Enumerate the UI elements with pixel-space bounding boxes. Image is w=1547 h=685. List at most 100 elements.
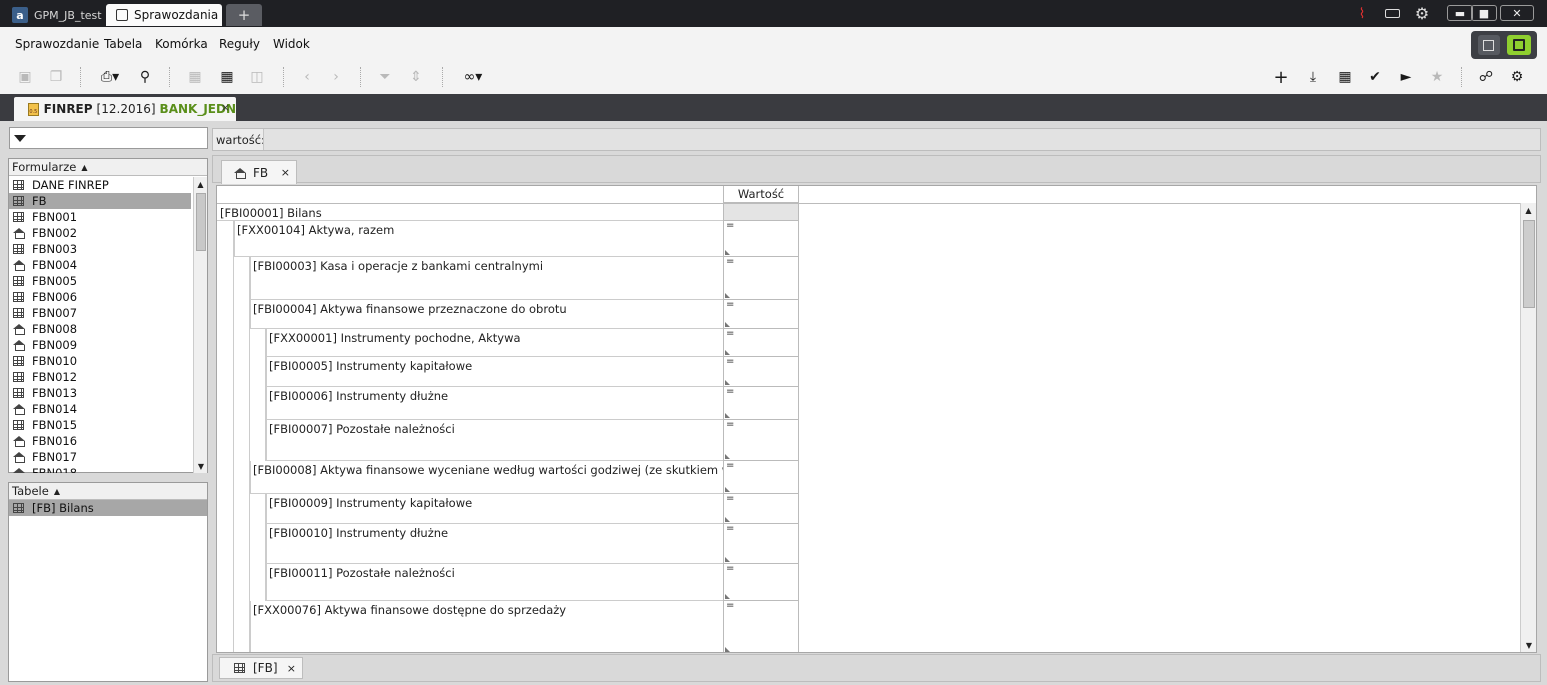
- row-label[interactable]: [FBI00001] Bilans: [217, 204, 723, 221]
- value-cell[interactable]: =: [723, 221, 799, 257]
- list-item[interactable]: FBN002: [9, 225, 191, 241]
- link-settings-icon[interactable]: ☍: [1476, 68, 1496, 86]
- filter-icon[interactable]: ⏷: [376, 68, 394, 86]
- close-tab-icon[interactable]: ×: [287, 662, 296, 675]
- forms-scrollbar[interactable]: ▲ ▼: [193, 177, 207, 473]
- scroll-up-icon[interactable]: ▲: [194, 177, 207, 191]
- close-window-button[interactable]: ✕: [1500, 5, 1534, 21]
- value-input[interactable]: [263, 129, 1540, 150]
- next-icon[interactable]: ›: [327, 68, 345, 86]
- find-dropdown-icon[interactable]: ∞▾: [457, 68, 489, 86]
- value-cell[interactable]: =: [723, 564, 799, 601]
- scroll-down-icon[interactable]: ▼: [194, 459, 208, 473]
- maximize-button[interactable]: ■: [1471, 5, 1497, 21]
- list-item[interactable]: FBN013: [9, 385, 191, 401]
- row-label[interactable]: [FBI00005] Instrumenty kapitałowe: [266, 357, 723, 387]
- list-view-icon[interactable]: [1477, 35, 1500, 55]
- document-tab[interactable]: 0.5 FINREP [12.2016] BANK_JEDN ×: [14, 97, 236, 121]
- note-view-icon[interactable]: [1506, 35, 1531, 55]
- minimize-button[interactable]: ▬: [1447, 5, 1473, 21]
- row-label[interactable]: [FBI00004] Aktywa finansowe przeznaczone…: [250, 300, 723, 329]
- save-icon[interactable]: ▣: [16, 68, 34, 86]
- window-tab-gpm[interactable]: a GPM_JB_test: [12, 4, 102, 26]
- tab-fb-table[interactable]: [FB] ×: [219, 657, 303, 679]
- list-item[interactable]: FBN016: [9, 433, 191, 449]
- value-cell[interactable]: =: [723, 329, 799, 357]
- scroll-thumb[interactable]: [1523, 220, 1535, 308]
- list-item[interactable]: FB: [9, 193, 191, 209]
- keyboard-icon[interactable]: [1382, 5, 1402, 22]
- forms-header[interactable]: Formularze ▲: [9, 159, 207, 176]
- value-cell[interactable]: [723, 204, 799, 221]
- calculator-grid-icon[interactable]: ▦: [217, 68, 237, 86]
- value-cell[interactable]: =: [723, 601, 799, 652]
- tables-header[interactable]: Tabele ▲: [9, 483, 207, 500]
- list-item[interactable]: FBN015: [9, 417, 191, 433]
- previous-icon[interactable]: ‹: [298, 68, 316, 86]
- menu-tabela[interactable]: Tabela: [104, 37, 142, 51]
- list-item[interactable]: DANE FINREP: [9, 177, 191, 193]
- menu-komorka[interactable]: Komórka: [155, 37, 208, 51]
- check-icon[interactable]: ✔: [1365, 68, 1385, 86]
- value-cell[interactable]: =: [723, 357, 799, 387]
- row-label[interactable]: [FBI00003] Kasa i operacje z bankami cen…: [250, 257, 723, 300]
- new-tab-button[interactable]: +: [226, 4, 262, 26]
- list-item[interactable]: FBN012: [9, 369, 191, 385]
- calculator-icon[interactable]: ▦: [1335, 68, 1355, 86]
- tag-icon[interactable]: ►: [1396, 68, 1416, 86]
- row-label[interactable]: [FBI00007] Pozostałe należności: [266, 420, 723, 461]
- list-item[interactable]: FBN004: [9, 257, 191, 273]
- value-cell[interactable]: =: [723, 257, 799, 300]
- row-label[interactable]: [FXX00076] Aktywa finansowe dostępne do …: [250, 601, 723, 652]
- list-item[interactable]: FBN005: [9, 273, 191, 289]
- add-icon[interactable]: +: [1271, 67, 1291, 88]
- value-cell[interactable]: =: [723, 387, 799, 420]
- activity-icon[interactable]: ⌇: [1352, 5, 1372, 22]
- tab-fb[interactable]: FB ×: [221, 160, 297, 184]
- menu-sprawozdanie[interactable]: Sprawozdanie: [15, 37, 99, 51]
- list-item[interactable]: FBN010: [9, 353, 191, 369]
- list-item[interactable]: FBN018: [9, 465, 191, 473]
- list-item[interactable]: FBN001: [9, 209, 191, 225]
- download-icon[interactable]: ⤓: [1303, 68, 1323, 86]
- list-item[interactable]: FBN014: [9, 401, 191, 417]
- value-cell[interactable]: =: [723, 461, 799, 494]
- list-item[interactable]: [FB] Bilans: [9, 500, 207, 516]
- list-item[interactable]: FBN003: [9, 241, 191, 257]
- close-document-tab-icon[interactable]: ×: [221, 101, 230, 114]
- scroll-thumb[interactable]: [196, 193, 206, 251]
- row-label[interactable]: [FBI00010] Instrumenty dłużne: [266, 524, 723, 564]
- row-label[interactable]: [FBI00009] Instrumenty kapitałowe: [266, 494, 723, 524]
- menu-widok[interactable]: Widok: [273, 37, 310, 51]
- menu-reguly[interactable]: Reguły: [219, 37, 260, 51]
- filter-input[interactable]: [9, 127, 208, 149]
- column-header-wartosc[interactable]: Wartość: [723, 186, 799, 203]
- scroll-down-icon[interactable]: ▼: [1521, 638, 1536, 652]
- value-cell[interactable]: =: [723, 420, 799, 461]
- print-dropdown-icon[interactable]: ⎙▾: [94, 68, 126, 86]
- value-cell[interactable]: =: [723, 524, 799, 564]
- table-icon[interactable]: ◫: [247, 68, 267, 86]
- row-label[interactable]: [FBI00006] Instrumenty dłużne: [266, 387, 723, 420]
- grid-scrollbar[interactable]: ▲ ▼: [1520, 203, 1536, 652]
- list-item[interactable]: FBN007: [9, 305, 191, 321]
- list-item[interactable]: FBN006: [9, 289, 191, 305]
- value-cell[interactable]: =: [723, 494, 799, 524]
- calculator-disabled-icon[interactable]: ▦: [185, 68, 205, 86]
- list-item[interactable]: FBN009: [9, 337, 191, 353]
- row-label[interactable]: [FBI00008] Aktywa finansowe wyceniane we…: [250, 461, 723, 494]
- print-preview-icon[interactable]: ⚲: [136, 68, 154, 86]
- row-label[interactable]: [FBI00011] Pozostałe należności: [266, 564, 723, 601]
- form-settings-icon[interactable]: ⚙: [1507, 68, 1527, 86]
- value-cell[interactable]: =: [723, 300, 799, 329]
- list-item[interactable]: FBN017: [9, 449, 191, 465]
- settings-gear-icon[interactable]: ⚙: [1412, 4, 1432, 23]
- row-label[interactable]: [FXX00104] Aktywa, razem: [234, 221, 723, 257]
- list-item[interactable]: FBN008: [9, 321, 191, 337]
- row-label[interactable]: [FXX00001] Instrumenty pochodne, Aktywa: [266, 329, 723, 357]
- window-tab-sprawozdania[interactable]: Sprawozdania: [106, 4, 222, 26]
- save-all-icon[interactable]: ❐: [47, 68, 65, 86]
- sort-icon[interactable]: ⇕: [407, 68, 425, 86]
- star-icon[interactable]: ★: [1427, 68, 1447, 86]
- close-tab-icon[interactable]: ×: [281, 166, 290, 179]
